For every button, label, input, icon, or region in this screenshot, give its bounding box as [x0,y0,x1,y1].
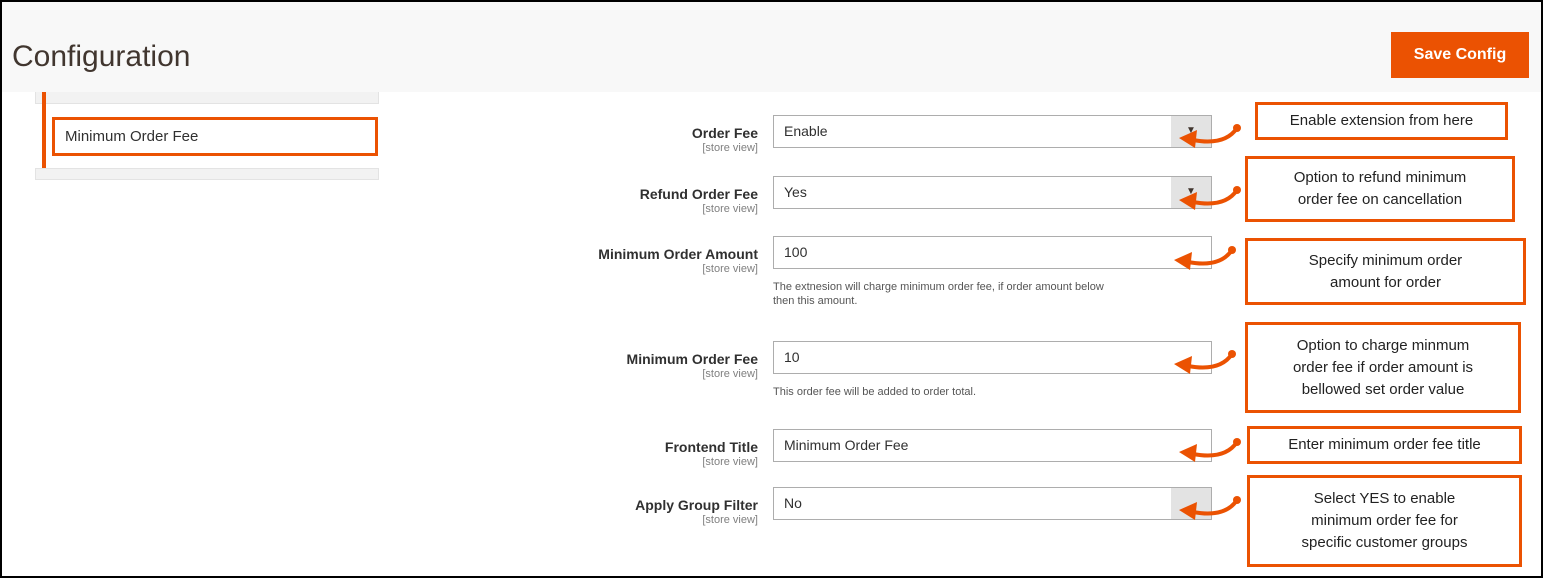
curved-arrow-icon [1179,186,1241,210]
apply-group-filter-label: Apply Group Filter [store view] [458,497,758,526]
callout-text: order fee if order amount is [1292,358,1474,376]
minimum-order-fee-input[interactable]: 10 [773,341,1212,374]
minimum-order-amount-label: Minimum Order Amount [store view] [458,246,758,275]
apply-group-filter-scope: [store view] [702,514,758,526]
refund-order-fee-label-text: Refund Order Fee [639,186,758,202]
sidebar-item-minimum-order-fee[interactable]: Minimum Order Fee [52,117,378,156]
callout-enable-extension: Enable extension from here [1255,102,1508,140]
minimum-order-amount-note: The extnesion will charge minimum order … [773,280,1203,308]
config-sidebar: Minimum Order Fee [35,92,379,182]
curved-arrow-icon [1174,350,1236,374]
page-header: Configuration Save Config [2,2,1541,92]
frontend-title-scope: [store view] [702,456,758,468]
apply-group-filter-value: No [784,495,802,511]
order-fee-select[interactable]: Enable ▼ [773,115,1212,148]
callout-text: bellowed set order value [1301,380,1465,398]
callout-text: order fee on cancellation [1297,191,1463,208]
refund-order-fee-value: Yes [784,184,807,200]
save-config-button[interactable]: Save Config [1391,32,1529,78]
minimum-order-fee-value: 10 [784,349,800,365]
callout-minimum-order-amount: Specify minimum order amount for order [1245,238,1526,305]
minimum-order-fee-note: This order fee will be added to order to… [773,385,1203,399]
frontend-title-label: Frontend Title [store view] [458,439,758,468]
minimum-order-fee-label: Minimum Order Fee [store view] [458,351,758,380]
minimum-order-amount-scope: [store view] [702,263,758,275]
callout-minimum-order-fee: Option to charge minmum order fee if ord… [1245,322,1521,413]
curved-arrow-icon [1179,124,1241,148]
frontend-title-input[interactable]: Minimum Order Fee [773,429,1212,462]
minimum-order-fee-scope: [store view] [702,368,758,380]
sidebar-active-indicator [42,92,46,168]
minimum-order-fee-note-line1: This order fee will be added to order to… [773,386,977,398]
minimum-order-fee-label-text: Minimum Order Fee [626,351,758,367]
apply-group-filter-label-text: Apply Group Filter [635,497,758,513]
curved-arrow-icon [1179,496,1241,520]
minimum-order-amount-value: 100 [784,244,808,260]
callout-text: Option to refund minimum [1293,169,1467,186]
page-title: Configuration [12,40,191,73]
order-fee-scope: [store view] [702,142,758,154]
callout-text: Enter minimum order fee title [1288,436,1481,453]
curved-arrow-icon [1174,246,1236,270]
callout-text: specific customer groups [1301,534,1468,551]
order-fee-label: Order Fee [store view] [458,125,758,154]
refund-order-fee-select[interactable]: Yes ▼ [773,176,1212,209]
callout-refund-order-fee: Option to refund minimum order fee on ca… [1245,156,1515,222]
callout-text: Enable extension from here [1289,112,1474,129]
sidebar-bottom-divider [35,168,379,180]
callout-frontend-title: Enter minimum order fee title [1247,426,1522,464]
order-fee-value: Enable [784,123,828,139]
callout-text: Specify minimum order [1308,251,1463,269]
minimum-order-amount-note-line1: The extnesion will charge minimum order … [773,281,1104,293]
minimum-order-amount-input[interactable]: 100 [773,236,1212,269]
refund-order-fee-label: Refund Order Fee [store view] [458,186,758,215]
sidebar-top-divider [35,92,379,104]
frontend-title-value: Minimum Order Fee [784,437,909,453]
callout-text: amount for order [1330,273,1441,291]
callout-text: Select YES to enable [1313,490,1456,507]
curved-arrow-icon [1179,438,1241,462]
frontend-title-label-text: Frontend Title [664,439,758,455]
apply-group-filter-select[interactable]: No [773,487,1212,520]
minimum-order-amount-label-text: Minimum Order Amount [598,246,758,262]
refund-order-fee-scope: [store view] [702,203,758,215]
order-fee-label-text: Order Fee [691,125,758,141]
callout-text: Option to charge minmum [1296,336,1470,354]
minimum-order-amount-note-line2: then this amount. [773,295,858,307]
callout-text: minimum order fee for [1311,512,1458,529]
callout-apply-group-filter: Select YES to enable minimum order fee f… [1247,475,1522,567]
